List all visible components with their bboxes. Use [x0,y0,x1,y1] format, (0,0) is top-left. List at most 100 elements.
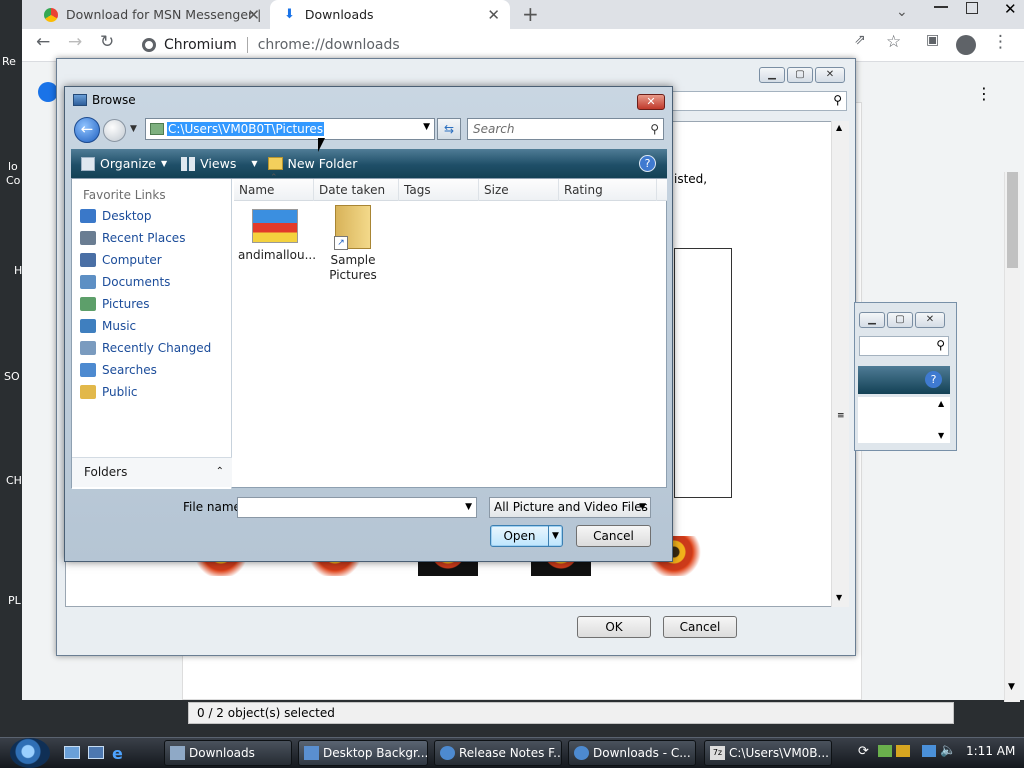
minimize-icon[interactable] [934,6,948,8]
scroll-up-arrow-icon[interactable]: ▲ [836,123,842,132]
favorite-links-header: Favorite Links [83,188,166,202]
cancel-button[interactable]: Cancel [663,616,737,638]
tray-sync-icon[interactable]: ⟳ [858,744,869,759]
path-dropdown-arrow-icon[interactable]: ▼ [423,122,430,132]
recent-pages-chevron-icon[interactable]: ▼ [130,124,137,134]
minimize-button[interactable]: ▁ [759,67,785,83]
back-arrow-icon[interactable]: ← [74,117,100,143]
column-rating[interactable]: Rating [559,179,657,201]
back-icon[interactable]: ← [36,32,50,52]
organize-button[interactable]: Organize ▼ [81,156,167,171]
nav-item[interactable]: Computer [80,253,162,267]
taskbar-button-desktop-background[interactable]: Desktop Backgr... [298,740,428,766]
chevron-up-icon: ⌃ [215,466,224,477]
close-button[interactable]: ✕ [637,94,665,110]
tray-app-icon[interactable] [896,745,910,757]
nav-item[interactable]: Documents [80,275,170,289]
menu-kebab-icon[interactable]: ⋮ [992,32,1009,52]
file-name-input[interactable]: ▼ [237,497,477,518]
nav-item[interactable]: Pictures [80,297,150,311]
downloads-menu-icon[interactable]: ⋮ [976,84,992,103]
ok-button[interactable]: OK [577,616,651,638]
network-icon[interactable] [922,745,936,757]
close-button[interactable]: ✕ [815,67,845,83]
views-button[interactable]: Views ▼ [181,156,258,171]
open-button[interactable]: Open ▼ [490,525,563,547]
tab-search-chevron-icon[interactable]: ⌄ [896,4,908,20]
search-icon: ⚲ [936,338,945,352]
nav-item[interactable]: Public [80,385,138,399]
search-input[interactable]: Search ⚲ [467,118,664,140]
nav-item[interactable]: Desktop [80,209,152,223]
maximize-button[interactable]: ▢ [787,67,813,83]
refresh-icon[interactable]: ⇆ [437,118,461,140]
dropdown-arrow-icon[interactable]: ▼ [465,498,472,517]
tab-downloads[interactable]: ⬇ Downloads ✕ [270,0,510,29]
nav-item[interactable]: Searches [80,363,157,377]
scroll-down-arrow-icon[interactable]: ▼ [836,593,842,602]
nav-item[interactable]: Recently Changed [80,341,211,355]
minimize-button[interactable]: ▁ [859,312,885,328]
new-tab-plus-icon[interactable]: + [522,2,539,26]
file-type-select[interactable]: All Picture and Video Files ▼ [489,497,651,518]
maximize-icon[interactable] [966,2,978,14]
maximize-button[interactable]: ▢ [887,312,913,328]
switch-windows-icon[interactable] [88,746,104,759]
recent-places-icon [80,231,96,245]
show-desktop-icon[interactable] [64,746,80,759]
column-date-taken[interactable]: Date taken [314,179,399,201]
taskbar-clock[interactable]: 1:11 AM [966,744,1015,758]
site-name: Chromium [164,37,237,53]
column-size[interactable]: Size [479,179,559,201]
taskbar-button-downloads-chromium[interactable]: Downloads - C... [568,740,696,766]
scroll-down-arrow-icon[interactable]: ▼ [1008,682,1015,692]
file-item[interactable]: andimallou... [238,209,316,262]
address-bar[interactable]: Chromium chrome://downloads [142,32,892,58]
dialog-titlebar: Browse [73,93,136,107]
tab-msn-download[interactable]: Download for MSN Messenger | ✕ [22,0,270,29]
help-icon[interactable]: ? [639,155,656,172]
taskbar-button-downloads[interactable]: Downloads [164,740,292,766]
help-icon[interactable]: ? [925,371,942,388]
window-controls: ▁ ▢ ✕ [859,312,945,328]
address-path-combo[interactable]: C:\Users\VM0B0T\Pictures ▼ [145,118,435,140]
side-panel-icon[interactable]: ▣ [926,32,939,48]
chrome-scrollbar[interactable]: ▼ [1004,172,1020,702]
start-orb-icon[interactable] [10,738,50,768]
dropdown-arrow-icon[interactable]: ▼ [639,498,646,517]
internet-explorer-icon[interactable]: e [112,744,123,763]
volume-muted-icon[interactable]: 🔈 [940,743,956,758]
search-box[interactable]: ⚲ [667,91,847,111]
reload-icon[interactable]: ↻ [100,32,114,52]
folders-toggle[interactable]: Folders ⌃ [72,457,232,487]
search-box[interactable]: ⚲ [859,336,949,356]
forward-arrow-icon[interactable] [103,119,126,142]
close-tab-icon[interactable]: ✕ [247,6,260,24]
profile-avatar-icon[interactable] [956,35,976,55]
scroll-grip-icon: ≡ [837,411,845,421]
nav-item[interactable]: Music [80,319,136,333]
cancel-button[interactable]: Cancel [576,525,651,547]
nav-item[interactable]: Recent Places [80,231,185,245]
folders-label: Folders [84,465,128,479]
tray-app-icon[interactable] [878,745,892,757]
close-button[interactable]: ✕ [915,312,945,328]
dialog-footer: File name: ▼ All Picture and Video Files… [71,488,667,556]
close-tab-icon[interactable]: ✕ [487,6,500,24]
scroll-thumb[interactable] [1007,172,1018,268]
folder-item[interactable]: ↗ Sample Pictures [316,205,390,283]
taskbar-label: Desktop Backgr... [323,746,428,760]
panel-scrollbar[interactable]: ▲ ≡ ▼ [831,121,849,607]
taskbar-button-release-notes[interactable]: Release Notes F... [434,740,562,766]
column-tags[interactable]: Tags [399,179,479,201]
forward-icon[interactable]: → [68,32,82,52]
scroll-up-arrow-icon[interactable]: ▲ [938,399,944,408]
open-dropdown-arrow-icon[interactable]: ▼ [548,526,562,546]
share-icon[interactable]: ⇗ [854,32,866,48]
new-folder-button[interactable]: New Folder [267,156,357,171]
close-window-icon[interactable]: ✕ [1004,0,1017,18]
bookmark-star-icon[interactable]: ☆ [886,32,901,52]
folder-label: Sample Pictures [329,253,377,282]
scroll-down-arrow-icon[interactable]: ▼ [938,431,944,440]
taskbar-button-7zip[interactable]: 7z C:\Users\VM0B... [704,740,832,766]
